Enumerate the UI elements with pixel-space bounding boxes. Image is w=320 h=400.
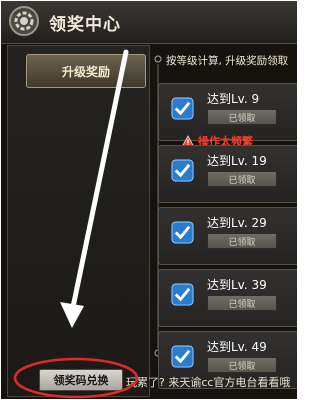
reward-description: 按等级计算, 升级奖励领取 — [166, 55, 289, 67]
reward-level-label: 达到Lv. 19 — [207, 154, 267, 168]
reward-card-lv29: 达到Lv. 29 已领取 — [158, 207, 297, 265]
claimed-button[interactable]: 已领取 — [207, 357, 277, 373]
checkmark-icon — [171, 345, 194, 368]
reward-card-lv39: 达到Lv. 39 已领取 — [158, 269, 297, 327]
upgrade-reward-tab[interactable]: 升级奖励 — [26, 54, 146, 88]
reward-level-label: 达到Lv. 39 — [207, 278, 267, 292]
checkmark-icon — [171, 159, 194, 182]
reward-level-label: 达到Lv. 29 — [207, 216, 267, 230]
checkmark-icon — [171, 97, 194, 120]
title-bar: 领奖中心 — [1, 1, 297, 44]
claimed-button[interactable]: 已领取 — [207, 295, 277, 311]
gear-icon — [9, 6, 39, 36]
reward-level-label: 达到Lv. 49 — [207, 340, 267, 354]
reward-level-label: 达到Lv. 9 — [207, 92, 260, 106]
claimed-button[interactable]: 已领取 — [207, 171, 277, 187]
checkmark-icon — [171, 283, 194, 306]
reward-center-window: 领奖中心 升级奖励 按等级计算, 升级奖励领取 达到Lv. 9 已领取 操作太频… — [1, 1, 297, 399]
left-panel: 升级奖励 — [7, 45, 150, 397]
promo-text[interactable]: 玩累了? 来天谕cc官方电台看看哦 — [126, 374, 290, 390]
reward-list-area: 按等级计算, 升级奖励领取 达到Lv. 9 已领取 操作太频繁 达到Lv. 19… — [151, 45, 297, 395]
reward-card-lv19: 达到Lv. 19 已领取 — [158, 145, 297, 203]
redeem-code-button[interactable]: 领奖码兑换 — [39, 369, 123, 391]
checkmark-icon — [171, 221, 194, 244]
window-title: 领奖中心 — [49, 15, 121, 35]
claimed-button[interactable]: 已领取 — [207, 109, 277, 125]
claimed-button[interactable]: 已领取 — [207, 233, 277, 249]
